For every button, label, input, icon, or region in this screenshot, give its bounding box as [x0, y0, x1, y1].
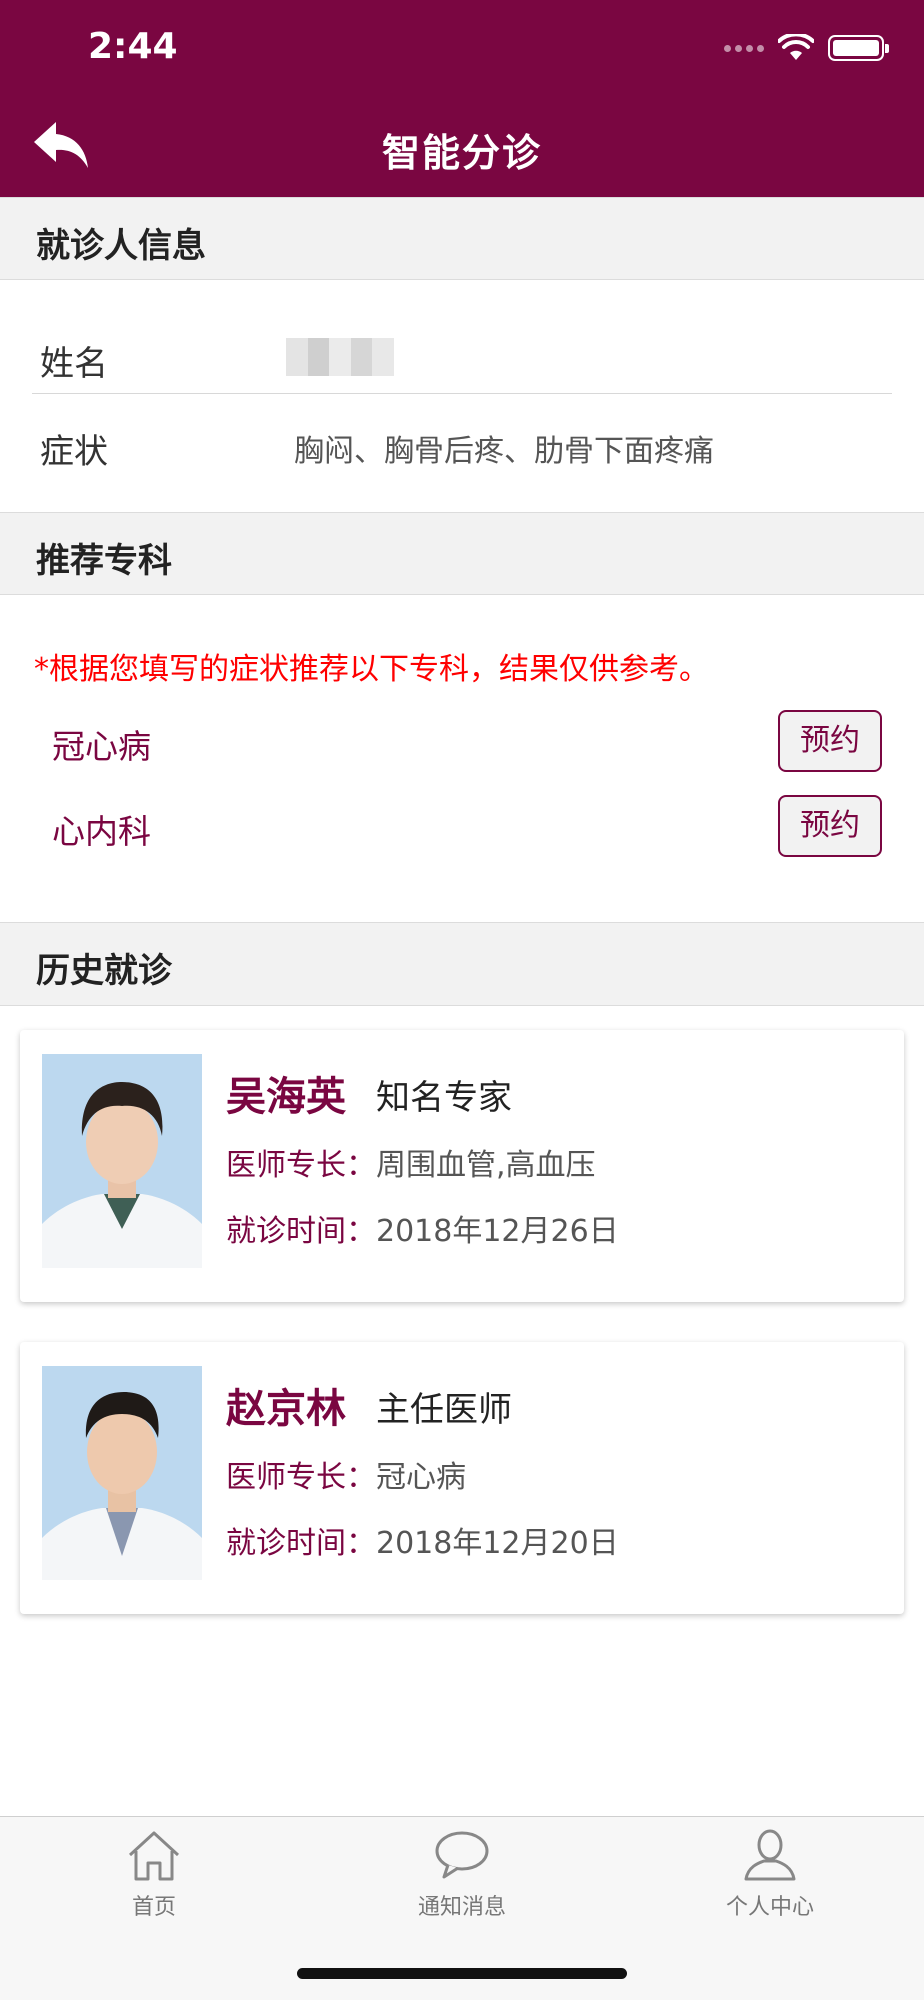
recommend-section-title: 推荐专科	[36, 541, 172, 581]
history-section-title: 历史就诊	[36, 951, 172, 991]
doctor-photo	[42, 1366, 202, 1580]
home-indicator	[297, 1968, 627, 1979]
visit-time-label: 就诊时间：	[226, 1214, 376, 1249]
chat-bubble-icon	[435, 1831, 489, 1879]
doctor-expertise: 医师专长：周围血管,高血压	[226, 1140, 596, 1184]
signal-icon	[724, 44, 764, 52]
status-icons	[724, 34, 889, 62]
doctor-visit-time: 就诊时间：2018年12月20日	[226, 1518, 619, 1562]
symptom-label: 症状	[40, 432, 108, 472]
doctor-name: 吴海英	[226, 1074, 346, 1120]
doctor-expertise: 医师专长：冠心病	[226, 1452, 466, 1496]
doctor-visit-time: 就诊时间：2018年12月26日	[226, 1206, 619, 1250]
name-row: 姓名	[32, 314, 892, 402]
doctor-photo	[42, 1054, 202, 1268]
recommend-section-header: 推荐专科	[0, 512, 924, 595]
person-icon	[744, 1829, 796, 1881]
top-bar: 2:44 智能分诊	[0, 0, 924, 197]
expertise-value: 周围血管,高血压	[376, 1148, 596, 1183]
tab-profile-label: 个人中心	[725, 1895, 814, 1920]
patient-section-title: 就诊人信息	[36, 226, 206, 266]
wifi-icon	[778, 34, 814, 60]
book-button[interactable]: 预约	[778, 795, 882, 857]
expertise-label: 医师专长：	[226, 1460, 376, 1495]
battery-icon	[828, 35, 889, 61]
row-divider	[32, 393, 892, 394]
symptom-row: 症状 胸闷、胸骨后疼、肋骨下面疼痛	[32, 402, 892, 490]
tab-home-label: 首页	[131, 1895, 176, 1920]
symptom-value: 胸闷、胸骨后疼、肋骨下面疼痛	[294, 434, 714, 469]
doctor-name: 赵京林	[226, 1386, 346, 1432]
tab-home[interactable]: 首页	[54, 1827, 254, 1921]
visit-time-value: 2018年12月20日	[376, 1526, 619, 1561]
home-icon	[128, 1831, 180, 1881]
doctor-card[interactable]: 吴海英 知名专家 医师专长：周围血管,高血压 就诊时间：2018年12月26日	[20, 1030, 904, 1302]
doctor-title: 知名专家	[376, 1078, 512, 1118]
page-title: 智能分诊	[381, 131, 542, 175]
expertise-label: 医师专长：	[226, 1148, 376, 1183]
name-label: 姓名	[40, 344, 108, 384]
expertise-value: 冠心病	[376, 1460, 466, 1495]
tab-notifications-label: 通知消息	[417, 1895, 506, 1920]
tab-profile[interactable]: 个人中心	[670, 1827, 870, 1921]
name-value-redacted	[286, 338, 394, 376]
visit-time-label: 就诊时间：	[226, 1526, 376, 1561]
doctor-title: 主任医师	[376, 1390, 512, 1430]
specialty-name: 心内科	[52, 812, 151, 851]
book-button[interactable]: 预约	[778, 710, 882, 772]
status-time: 2:44	[88, 26, 178, 67]
tab-notifications[interactable]: 通知消息	[362, 1827, 562, 1921]
doctor-card[interactable]: 赵京林 主任医师 医师专长：冠心病 就诊时间：2018年12月20日	[20, 1342, 904, 1614]
history-section-header: 历史就诊	[0, 922, 924, 1006]
patient-section-header: 就诊人信息	[0, 197, 924, 280]
specialty-name: 冠心病	[52, 727, 151, 766]
visit-time-value: 2018年12月26日	[376, 1214, 619, 1249]
recommend-notice: *根据您填写的症状推荐以下专科，结果仅供参考。	[34, 652, 709, 687]
